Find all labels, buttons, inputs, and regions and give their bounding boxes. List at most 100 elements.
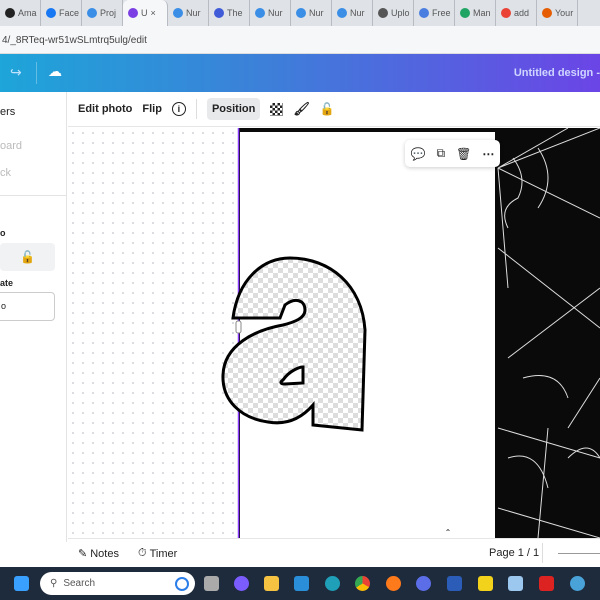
notes-icon: ✎	[78, 548, 88, 560]
lock-icon[interactable]: 🔓	[320, 102, 335, 116]
browser-tab[interactable]: Ama	[0, 0, 41, 26]
browser-tab[interactable]: Face	[41, 0, 82, 26]
search-placeholder: Search	[63, 578, 96, 589]
browser-tab[interactable]: Uplo	[373, 0, 414, 26]
favicon-icon	[128, 8, 138, 18]
sticky-notes-icon[interactable]	[478, 576, 493, 591]
tab-label: add	[514, 8, 530, 18]
tab-label: Nur	[350, 8, 365, 18]
browser-tab[interactable]: Proj	[82, 0, 123, 26]
paint-icon[interactable]	[570, 576, 585, 591]
file-explorer-icon[interactable]	[264, 576, 279, 591]
section-label: o	[0, 228, 6, 238]
more-options-icon[interactable]: ⋯	[482, 147, 494, 161]
acrobat-icon[interactable]	[539, 576, 554, 591]
element-actions-menu: 💬 ⧉ 🗑 ⋯	[405, 140, 500, 167]
panel-heading: ers	[0, 106, 16, 118]
info-icon[interactable]: i	[171, 102, 186, 116]
photos-icon[interactable]	[508, 576, 523, 591]
copilot-icon[interactable]	[416, 576, 431, 591]
paint-roller-icon[interactable]: 🖌	[293, 101, 310, 117]
start-icon[interactable]	[14, 576, 29, 591]
letter-a-graphic[interactable]	[221, 256, 367, 432]
trash-icon[interactable]: 🗑	[456, 147, 471, 161]
notes-label: Notes	[90, 547, 119, 560]
address-bar[interactable]: 4/_8RTeq-wr51wSLmtrq5ulg/edit	[0, 26, 600, 54]
timer-button[interactable]: ⏱ Timer	[138, 547, 177, 560]
favicon-icon	[173, 8, 183, 18]
favicon-icon	[87, 8, 97, 18]
edit-photo-button[interactable]: Edit photo	[78, 103, 132, 115]
duplicate-icon[interactable]: ⧉	[437, 146, 446, 161]
firefox-icon[interactable]	[386, 576, 401, 591]
flip-button[interactable]: Flip	[142, 103, 162, 115]
lock-button[interactable]: 🔓	[0, 243, 55, 271]
resize-handle[interactable]	[235, 320, 242, 334]
notes-button[interactable]: ✎ Notes	[78, 547, 119, 561]
position-button[interactable]: Position	[206, 98, 261, 120]
browser-tab[interactable]: add	[496, 0, 537, 26]
bing-icon[interactable]	[175, 576, 189, 591]
edge-icon[interactable]	[325, 576, 340, 591]
favicon-icon	[214, 8, 224, 18]
canvas-workspace: 💬 ⧉ 🗑 ⋯ ⌃	[68, 128, 600, 538]
panel-item[interactable]: ck	[0, 167, 11, 179]
browser-tab[interactable]: The	[209, 0, 250, 26]
browser-tab[interactable]: Free	[414, 0, 455, 26]
favicon-icon	[378, 8, 388, 18]
section-label: ate	[0, 278, 14, 288]
browser-tab[interactable]: Nur	[291, 0, 332, 26]
favicon-icon	[255, 8, 265, 18]
favicon-icon	[501, 8, 511, 18]
cloud-saved-icon[interactable]: ☁	[48, 63, 62, 80]
favicon-icon	[296, 8, 306, 18]
tab-label: Proj	[100, 8, 117, 18]
show-pages-toggle[interactable]: ⌃	[428, 528, 468, 538]
tab-label: Nur	[309, 8, 324, 18]
tab-label: Uplo	[391, 8, 410, 18]
add-comment-icon[interactable]: 💬	[411, 147, 426, 161]
transparency-icon[interactable]	[270, 102, 284, 116]
mail-icon[interactable]	[294, 576, 309, 591]
favicon-icon	[5, 8, 15, 18]
tab-label: U	[141, 8, 148, 18]
browser-tab[interactable]: Nur	[332, 0, 373, 26]
browser-tab[interactable]: Nur	[168, 0, 209, 26]
design-page[interactable]	[68, 128, 600, 538]
favicon-icon	[460, 8, 470, 18]
teams-icon[interactable]	[234, 576, 249, 591]
word-icon[interactable]	[447, 576, 462, 591]
close-tab-icon[interactable]: ×	[151, 8, 156, 18]
tab-label: The	[227, 8, 243, 18]
browser-tab[interactable]: Your	[537, 0, 578, 26]
search-icon: ⚲	[50, 578, 58, 589]
divider	[195, 99, 197, 119]
tab-label: Nur	[186, 8, 201, 18]
favicon-icon	[337, 8, 347, 18]
browser-tab[interactable]: U ×	[123, 0, 168, 26]
page-indicator[interactable]: Page 1 / 1	[489, 547, 539, 559]
tab-label: Free	[432, 8, 451, 18]
taskbar-search[interactable]: ⚲ Search	[40, 572, 195, 595]
tab-label: Your	[555, 8, 574, 18]
lock-icon: 🔓	[20, 250, 35, 264]
redo-icon[interactable]: ↪	[10, 64, 22, 81]
bottom-bar: ✎ Notes ⏱ Timer Page 1 / 1	[68, 538, 600, 567]
browser-tab[interactable]: Man	[455, 0, 496, 26]
browser-tab[interactable]: Nur	[250, 0, 291, 26]
zoom-slider[interactable]	[558, 553, 600, 554]
tab-label: Ama	[18, 8, 37, 18]
favicon-icon	[419, 8, 429, 18]
tab-label: Nur	[268, 8, 283, 18]
chrome-icon[interactable]	[355, 576, 370, 591]
divider	[0, 195, 67, 196]
panel-item[interactable]: oard	[0, 140, 22, 152]
editor-header: ↪ ☁	[0, 54, 600, 92]
divider	[36, 62, 37, 84]
task-view-icon[interactable]	[204, 576, 219, 591]
transparency-field[interactable]: o	[0, 292, 55, 321]
tab-label: Face	[59, 8, 80, 18]
context-toolbar: Edit photo Flip i Position 🖌 🔓	[68, 92, 600, 127]
design-title[interactable]: Untitled design -	[514, 67, 600, 79]
favicon-icon	[542, 8, 552, 18]
